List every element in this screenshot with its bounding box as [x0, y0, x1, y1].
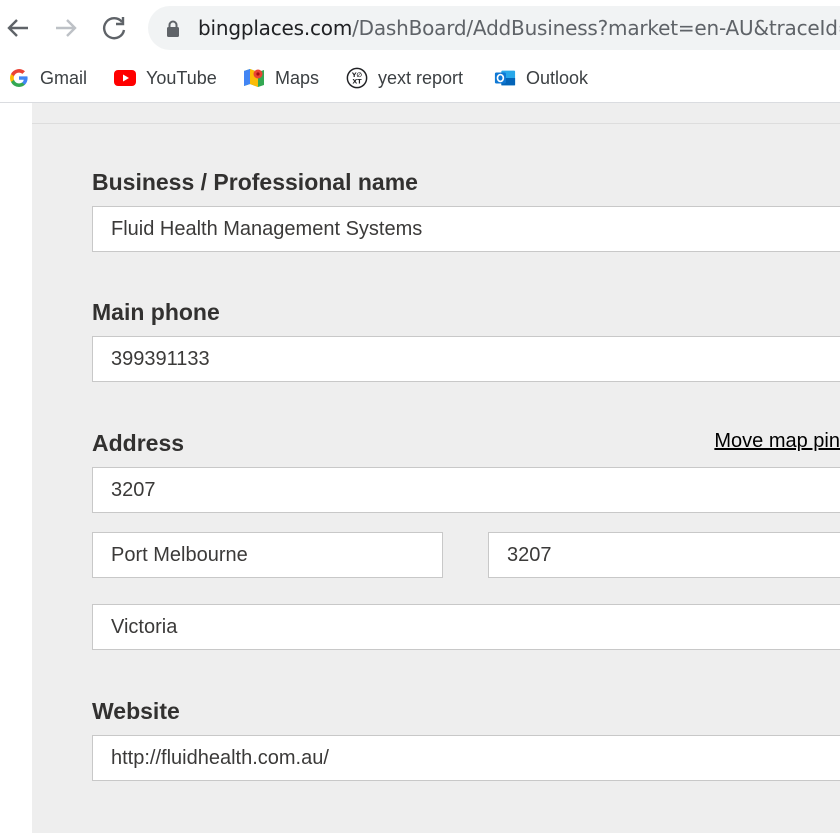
bookmark-outlook[interactable]: Outlook: [494, 65, 588, 91]
main-phone-label: Main phone: [92, 299, 220, 325]
business-name-input[interactable]: Fluid Health Management Systems: [92, 206, 840, 252]
google-g-icon: [8, 67, 30, 89]
business-name-label: Business / Professional name: [92, 169, 418, 195]
bookmark-maps[interactable]: Maps: [243, 65, 319, 91]
bookmark-gmail[interactable]: Gmail: [8, 65, 87, 91]
bookmark-label: Maps: [275, 67, 320, 88]
outlook-icon: [494, 67, 516, 89]
yext-icon: Y∅ XT: [346, 67, 368, 89]
website-input[interactable]: http://fluidhealth.com.au/: [92, 735, 840, 781]
section-divider: [32, 123, 840, 124]
address-bar[interactable]: bingplaces.com/DashBoard/AddBusiness?mar…: [148, 6, 840, 50]
url-host: bingplaces.com: [198, 16, 353, 40]
browser-toolbar: bingplaces.com/DashBoard/AddBusiness?mar…: [0, 0, 840, 56]
postcode-input[interactable]: 3207: [488, 532, 840, 578]
add-business-form: Business / Professional name Fluid Healt…: [32, 103, 840, 833]
bookmarks-bar: Gmail YouTube Maps Y∅ XT yext report Outl…: [0, 56, 840, 103]
reload-icon[interactable]: [98, 12, 130, 44]
street-address-input[interactable]: 3207: [92, 467, 840, 513]
state-input[interactable]: Victoria: [92, 604, 840, 650]
website-label: Website: [92, 698, 180, 724]
city-input[interactable]: Port Melbourne: [92, 532, 443, 578]
lock-icon: [166, 20, 180, 42]
bookmark-youtube[interactable]: YouTube: [114, 65, 217, 91]
forward-arrow-icon[interactable]: [50, 12, 82, 44]
url-text: bingplaces.com/DashBoard/AddBusiness?mar…: [198, 16, 840, 40]
bookmark-yext-report[interactable]: Y∅ XT yext report: [346, 65, 463, 91]
bookmark-label: Gmail: [40, 67, 88, 88]
svg-text:XT: XT: [352, 78, 362, 86]
main-phone-input[interactable]: 399391133: [92, 336, 840, 382]
youtube-icon: [114, 67, 136, 89]
url-path: /DashBoard/AddBusiness?market=en-AU&trac…: [352, 16, 840, 40]
maps-icon: [243, 67, 265, 89]
move-map-pin-link[interactable]: Move map pin: [714, 430, 840, 453]
address-label: Address: [92, 430, 185, 456]
page-body: Business / Professional name Fluid Healt…: [0, 103, 840, 833]
bookmark-label: Outlook: [526, 67, 589, 88]
bookmark-label: YouTube: [146, 67, 217, 88]
back-arrow-icon[interactable]: [2, 12, 34, 44]
bookmark-label: yext report: [378, 67, 464, 88]
